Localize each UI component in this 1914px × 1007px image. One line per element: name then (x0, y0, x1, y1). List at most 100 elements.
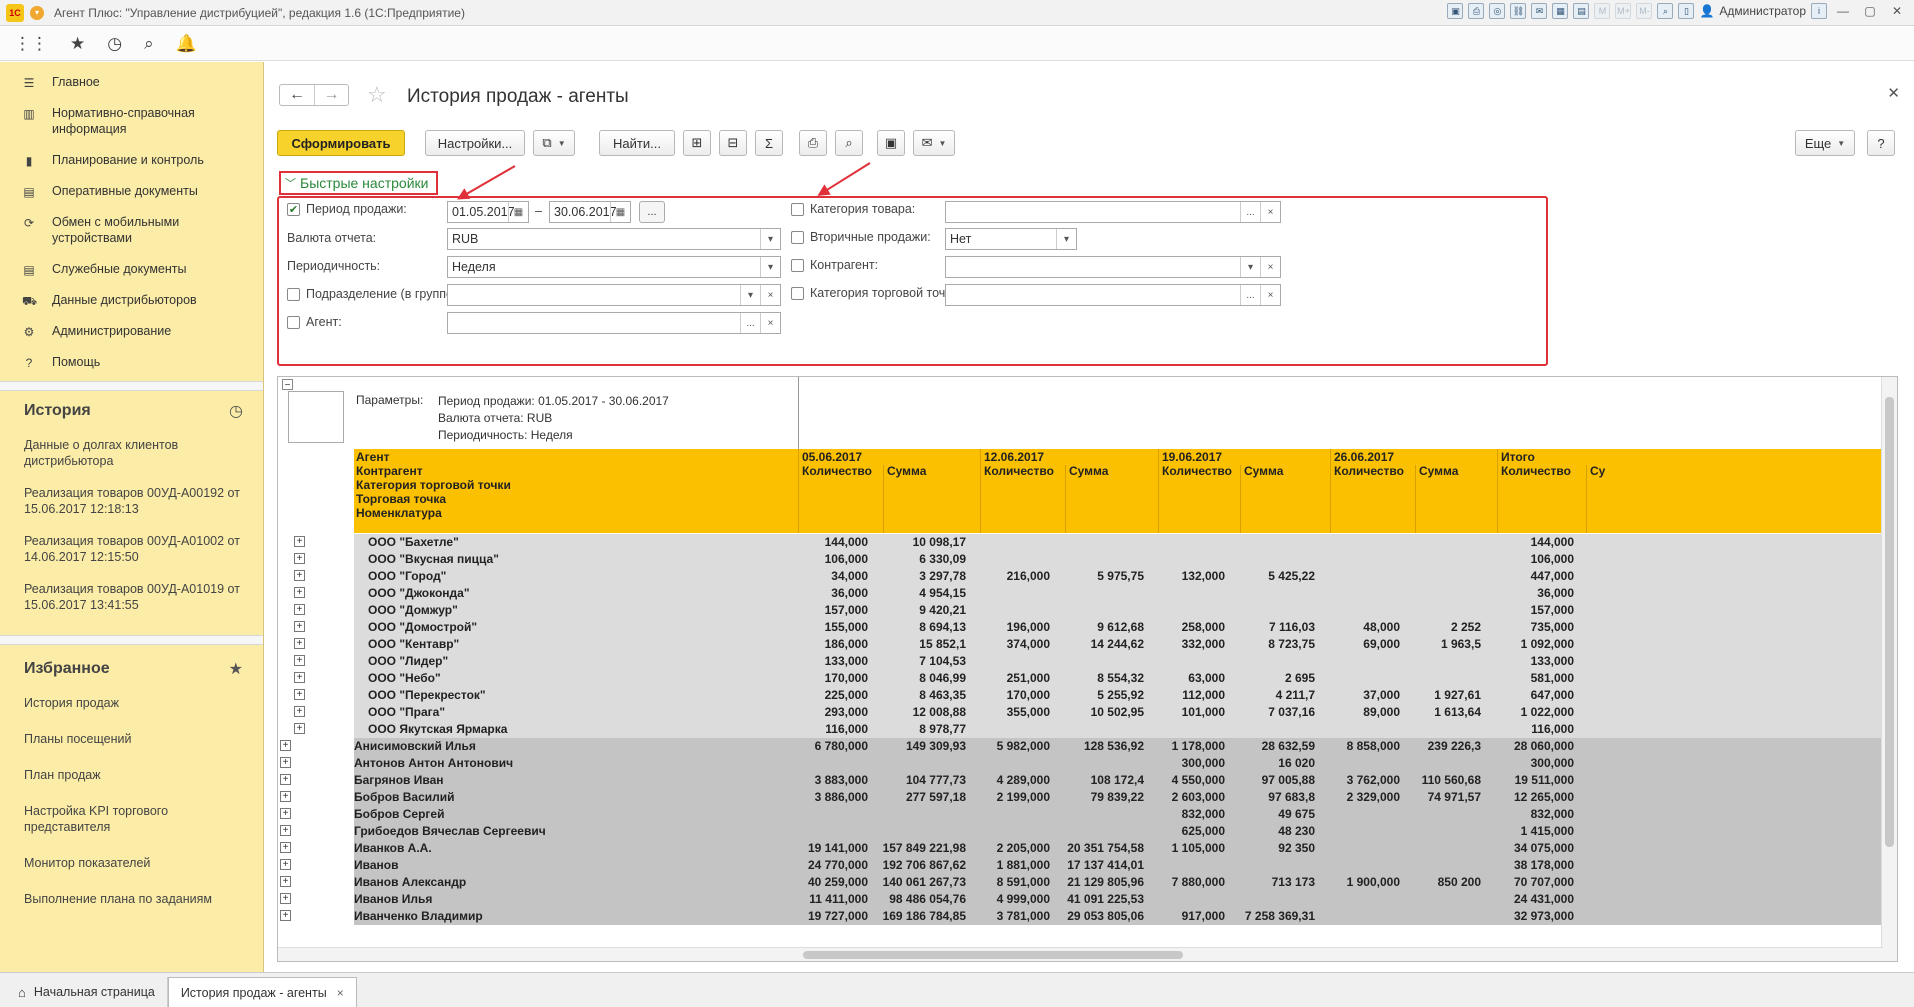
currency-field[interactable]: RUB ▾ (447, 228, 781, 250)
report-spreadsheet[interactable]: − Параметры: Период продажи: 01.05.2017 … (277, 376, 1898, 962)
history-item[interactable]: Реализация товаров 00УД-А01002 от 14.06.… (0, 527, 263, 575)
link-icon[interactable]: ⛓ (1510, 3, 1527, 19)
period-select-button[interactable]: ... (639, 201, 665, 223)
panel-icon[interactable]: ▯ (1678, 3, 1695, 19)
expand-row-icon[interactable]: + (280, 808, 291, 819)
periodicity-field[interactable]: Неделя ▾ (447, 256, 781, 278)
table-row[interactable]: + Иванченко Владимир 19 727,000 169 186 784… (278, 908, 1897, 925)
calendar-icon[interactable]: ▤ (1573, 3, 1590, 19)
expand-row-icon[interactable]: + (294, 536, 305, 547)
collapse-outline-icon[interactable]: − (282, 379, 293, 391)
table-row[interactable]: + ООО "Джоконда" 36,000 4 954,15 36,000 (278, 585, 1897, 602)
sidebar-item-service-docs[interactable]: ▤ Служебные документы (0, 253, 263, 284)
expand-row-icon[interactable]: + (294, 706, 305, 717)
sidebar-item-help[interactable]: ? Помощь (0, 346, 263, 377)
scroll-thumb[interactable] (1885, 397, 1894, 847)
checkmark-icon[interactable]: ✔ (287, 202, 300, 216)
table-row[interactable]: + ООО "Домострой" 155,000 8 694,13 196,000 9 … (278, 619, 1897, 636)
history-icon[interactable]: ◷ (229, 401, 243, 421)
sum-button[interactable]: Σ (755, 130, 783, 156)
table-row[interactable]: + Антонов Антон Антонович 300,000 16 020 300… (278, 755, 1897, 772)
print-icon[interactable]: ⎙ (1468, 3, 1485, 19)
clear-icon[interactable]: × (1260, 257, 1280, 277)
collapse-groups-button[interactable]: ⊟ (719, 130, 747, 156)
table-row[interactable]: + Грибоедов Вячеслав Сергеевич 625,000 48 2… (278, 823, 1897, 840)
agent-field[interactable]: ... × (447, 312, 781, 334)
division-checkbox[interactable]: Подразделение (в группе): (287, 287, 461, 301)
table-row[interactable]: + ООО "Домжур" 157,000 9 420,21 157,000 (278, 602, 1897, 619)
clear-icon[interactable]: × (1260, 202, 1280, 222)
history-item[interactable]: Реализация товаров 00УД-А01019 от 15.06.… (0, 575, 263, 623)
agent-checkbox[interactable]: Агент: (287, 315, 342, 329)
dropdown-icon[interactable]: ▾ (740, 285, 760, 305)
select-icon[interactable]: ... (1240, 202, 1260, 222)
preview-icon[interactable]: ◎ (1489, 3, 1506, 19)
apps-grid-icon[interactable]: ⋮⋮ (14, 34, 48, 54)
outlet-category-checkbox[interactable]: Категория торговой точки: (791, 286, 961, 300)
secondary-sales-field[interactable]: Нет ▾ (945, 228, 1077, 250)
history-item[interactable]: Данные о долгах клиентов дистрибьютора (0, 431, 263, 479)
table-row[interactable]: + Бобров Василий 3 886,000 277 597,18 2 199,… (278, 789, 1897, 806)
table-row[interactable]: + Анисимовский Илья 6 780,000 149 309,93 5 9… (278, 738, 1897, 755)
user-name[interactable]: Администратор (1719, 4, 1806, 18)
division-field[interactable]: ▾ × (447, 284, 781, 306)
table-row[interactable]: + ООО "Прага" 293,000 12 008,88 355,000 10 50… (278, 704, 1897, 721)
category-field[interactable]: ... × (945, 201, 1281, 223)
mail-icon[interactable]: ✉ (1531, 3, 1548, 19)
favorite-item[interactable]: Планы посещений (0, 725, 263, 761)
zoom-icon[interactable]: ⌕ (1657, 3, 1674, 19)
history-icon[interactable]: ◷ (107, 34, 122, 54)
minimize-button[interactable]: — (1832, 4, 1854, 18)
expand-row-icon[interactable]: + (280, 825, 291, 836)
expand-row-icon[interactable]: + (294, 655, 305, 666)
memory-mplus-icon[interactable]: M+ (1615, 3, 1632, 19)
scroll-thumb[interactable] (803, 951, 1183, 959)
expand-row-icon[interactable]: + (280, 859, 291, 870)
sidebar-item-reference[interactable]: ▥ Нормативно-справочная информация (0, 97, 263, 144)
favorite-item[interactable]: Монитор показателей (0, 849, 263, 885)
close-window-button[interactable]: ✕ (1886, 4, 1908, 18)
favorite-item[interactable]: Настройка KPI торгового представителя (0, 797, 263, 849)
forward-arrow-icon[interactable]: → (314, 85, 348, 105)
table-row[interactable]: + Иванков А.А. 19 141,000 157 849 221,98 2 2… (278, 840, 1897, 857)
select-icon[interactable]: ... (740, 313, 760, 333)
dropdown-icon[interactable]: ▾ (760, 257, 780, 277)
favorites-star-icon[interactable]: ★ (70, 34, 85, 54)
sidebar-item-planning[interactable]: ▮ Планирование и контроль (0, 144, 263, 175)
table-row[interactable]: + Иванов 24 770,000 192 706 867,62 1 881,000… (278, 857, 1897, 874)
back-arrow-icon[interactable]: ← (280, 85, 314, 105)
table-row[interactable]: + Багрянов Иван 3 883,000 104 777,73 4 289,0… (278, 772, 1897, 789)
expand-row-icon[interactable]: + (280, 774, 291, 785)
expand-groups-button[interactable]: ⊞ (683, 130, 711, 156)
calendar-icon[interactable]: ▦ (610, 202, 630, 222)
info-icon[interactable]: i (1811, 3, 1827, 19)
expand-row-icon[interactable]: + (280, 910, 291, 921)
print-button[interactable]: ⎙ (799, 130, 827, 156)
favorite-item[interactable]: Выполнение плана по заданиям (0, 885, 263, 917)
calculator-icon[interactable]: ▦ (1552, 3, 1569, 19)
outlet-category-field[interactable]: ... × (945, 284, 1281, 306)
notifications-bell-icon[interactable]: 🔔 (176, 34, 197, 54)
favorite-item[interactable]: План продаж (0, 761, 263, 797)
settings-button[interactable]: Настройки... (425, 130, 525, 156)
variants-button[interactable]: ⧉ ▼ (533, 130, 575, 156)
table-row[interactable]: + ООО "Небо" 170,000 8 046,99 251,000 8 554,3… (278, 670, 1897, 687)
find-button[interactable]: Найти... (599, 130, 675, 156)
tab-sales-history[interactable]: История продаж - агенты × (167, 977, 357, 1007)
table-row[interactable]: + ООО "Вкусная пицца" 106,000 6 330,09 106,0… (278, 551, 1897, 568)
expand-row-icon[interactable]: + (294, 723, 305, 734)
maximize-button[interactable]: ▢ (1859, 4, 1881, 18)
quick-settings-toggle[interactable]: ﹀ Быстрые настройки (279, 171, 439, 195)
period-checkbox[interactable]: ✔ Период продажи: (287, 202, 407, 216)
expand-row-icon[interactable]: + (294, 570, 305, 581)
expand-row-icon[interactable]: + (280, 893, 291, 904)
memory-m-icon[interactable]: M (1594, 3, 1611, 19)
expand-row-icon[interactable]: + (280, 791, 291, 802)
table-row[interactable]: + ООО "Лидер" 133,000 7 104,53 133,000 (278, 653, 1897, 670)
memory-mminus-icon[interactable]: M- (1636, 3, 1653, 19)
secondary-sales-checkbox[interactable]: Вторичные продажи: (791, 230, 931, 244)
table-row[interactable]: + ООО "Город" 34,000 3 297,78 216,000 5 975,7… (278, 568, 1897, 585)
send-button[interactable]: ✉ ▼ (913, 130, 955, 156)
dropdown-icon[interactable]: ▾ (1240, 257, 1260, 277)
history-item[interactable]: Реализация товаров 00УД-А00192 от 15.06.… (0, 479, 263, 527)
